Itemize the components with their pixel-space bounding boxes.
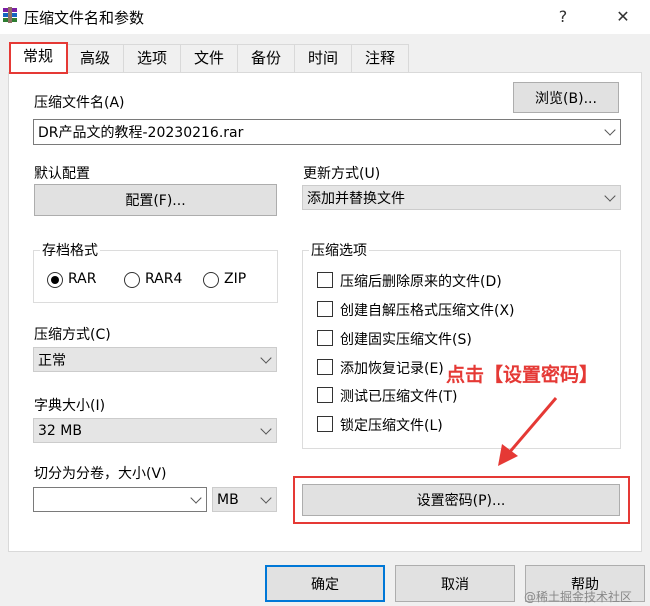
- winrar-app-icon: [3, 7, 17, 23]
- checkbox-solid[interactable]: [317, 330, 333, 346]
- tab-time[interactable]: 时间: [294, 44, 352, 72]
- checkbox-delete-after[interactable]: [317, 272, 333, 288]
- dictionary-size-combo[interactable]: 32 MB: [33, 418, 277, 443]
- chevron-down-icon: [260, 422, 272, 435]
- split-unit-value: MB: [217, 491, 239, 508]
- window-title: 压缩文件名和参数: [24, 9, 145, 27]
- archive-options-label: 压缩选项: [309, 240, 369, 260]
- set-password-button[interactable]: 设置密码(P)...: [302, 484, 620, 516]
- checkbox-lock-archive-label: 锁定压缩文件(L): [340, 418, 443, 434]
- checkbox-sfx-label: 创建自解压格式压缩文件(X): [340, 303, 515, 319]
- compression-method-combo[interactable]: 正常: [33, 347, 277, 372]
- checkbox-delete-after-label: 压缩后删除原来的文件(D): [340, 274, 502, 290]
- archive-name-value: DR产品文的教程-20230216.rar: [38, 125, 244, 141]
- update-mode-value: 添加并替换文件: [307, 190, 405, 207]
- tab-highlight-box: [9, 42, 68, 74]
- radio-zip[interactable]: [203, 272, 219, 288]
- tab-backup[interactable]: 备份: [237, 44, 295, 72]
- split-unit-combo[interactable]: MB: [212, 487, 277, 512]
- checkbox-test-archive[interactable]: [317, 387, 333, 403]
- ok-button[interactable]: 确定: [265, 565, 385, 602]
- dictionary-size-label: 字典大小(I): [34, 398, 106, 414]
- help-icon[interactable]: ?: [548, 4, 578, 30]
- tab-files[interactable]: 文件: [180, 44, 238, 72]
- checkbox-test-archive-label: 测试已压缩文件(T): [340, 389, 458, 405]
- checkbox-recovery-record-label: 添加恢复记录(E): [340, 361, 444, 377]
- update-mode-label: 更新方式(U): [303, 166, 381, 182]
- profile-button[interactable]: 配置(F)...: [34, 184, 277, 216]
- radio-rar-label: RAR: [68, 271, 97, 287]
- annotation-arrow-icon: [498, 397, 558, 466]
- chevron-down-icon: [260, 351, 272, 364]
- archive-format-label: 存档格式: [40, 240, 100, 260]
- archive-name-label: 压缩文件名(A): [34, 95, 125, 111]
- checkbox-sfx[interactable]: [317, 301, 333, 317]
- radio-rar4-label: RAR4: [145, 271, 183, 287]
- chevron-down-icon: [260, 491, 272, 504]
- radio-zip-label: ZIP: [224, 271, 247, 287]
- radio-rar4[interactable]: [124, 272, 140, 288]
- close-icon[interactable]: ✕: [608, 4, 638, 30]
- profile-label: 默认配置: [34, 166, 90, 182]
- annotation-text: 点击【设置密码】: [446, 364, 599, 386]
- tab-advanced[interactable]: 高级: [66, 44, 124, 72]
- compression-method-value: 正常: [38, 352, 66, 369]
- update-mode-combo[interactable]: 添加并替换文件: [302, 185, 621, 210]
- watermark: @稀土掘金技术社区: [524, 590, 633, 604]
- split-volumes-label: 切分为分卷，大小(V): [34, 466, 167, 482]
- dictionary-size-value: 32 MB: [38, 422, 82, 439]
- tab-options[interactable]: 选项: [123, 44, 181, 72]
- split-size-combo[interactable]: [33, 487, 207, 512]
- chevron-down-icon: [604, 124, 616, 136]
- chevron-down-icon: [604, 189, 616, 202]
- checkbox-solid-label: 创建固实压缩文件(S): [340, 332, 472, 348]
- tab-comment[interactable]: 注释: [351, 44, 409, 72]
- cancel-button[interactable]: 取消: [395, 565, 515, 602]
- checkbox-recovery-record[interactable]: [317, 359, 333, 375]
- chevron-down-icon: [190, 491, 202, 504]
- archive-name-combo[interactable]: DR产品文的教程-20230216.rar: [33, 119, 621, 145]
- browse-button[interactable]: 浏览(B)...: [513, 82, 619, 113]
- compression-method-label: 压缩方式(C): [34, 327, 111, 343]
- radio-rar[interactable]: [47, 272, 63, 288]
- checkbox-lock-archive[interactable]: [317, 416, 333, 432]
